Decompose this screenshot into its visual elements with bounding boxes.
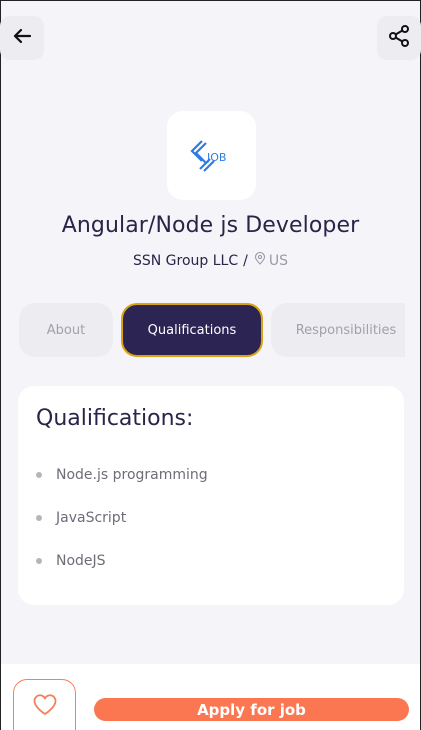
tab-label: Qualifications [147,322,237,338]
top-bar [0,1,421,65]
tab-about[interactable]: About [19,303,113,357]
back-button[interactable] [0,16,44,60]
favorite-button[interactable] [13,679,76,730]
apply-label: Apply for job [197,700,306,719]
tab-qualifications[interactable]: Qualifications [121,303,263,357]
tabs: About Qualifications Responsibilities [19,303,405,357]
tab-responsibilities[interactable]: Responsibilities [271,303,405,357]
bullet-icon [36,557,42,564]
job-title: Angular/Node js Developer [61,213,360,238]
arrow-left-icon [11,25,33,51]
tab-label: Responsibilities [295,322,397,338]
heart-icon [32,693,58,721]
location-pin-icon [254,251,266,269]
company-name: SSN Group LLC [132,252,239,269]
bottom-action-bar: Apply for job [1,664,420,730]
list-item-text: JavaScript [56,509,127,526]
list-item-text: NodeJS [56,552,106,569]
list-item: JavaScript [36,496,386,539]
location-text: US [268,252,288,269]
bullet-icon [36,514,42,521]
apply-button[interactable]: Apply for job [94,698,409,721]
share-icon [387,24,411,52]
separator: / [243,252,248,269]
qualifications-heading: Qualifications: [36,406,194,431]
job-logo-icon: JOB [189,139,226,172]
company-line: SSN Group LLC / US [1,251,420,269]
list-item: Node.js programming [36,453,386,496]
list-item: NodeJS [36,539,386,582]
company-logo: JOB [167,111,256,200]
qualifications-card: Qualifications: Node.js programming Java… [18,386,404,605]
svg-text:JOB: JOB [206,151,226,164]
location: US [254,251,288,269]
bullet-icon [36,471,42,478]
list-item-text: Node.js programming [56,466,208,483]
tab-label: About [46,322,86,338]
qualifications-list: Node.js programming JavaScript NodeJS [36,453,386,582]
share-button[interactable] [377,16,421,60]
